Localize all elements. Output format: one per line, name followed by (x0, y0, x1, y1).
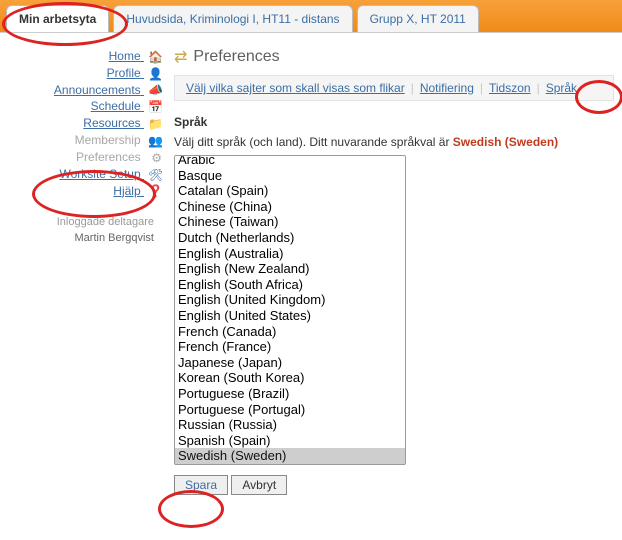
sidebar-item-membership[interactable]: Membership 👥 (0, 133, 162, 148)
language-option[interactable]: Chinese (China) (175, 199, 405, 215)
page-title-text: Preferences (193, 48, 279, 66)
sidebar-item-preferences[interactable]: Preferences ⚙ (0, 150, 162, 165)
page-title: ⇄ Preferences (174, 47, 614, 67)
language-option[interactable]: English (South Africa) (175, 277, 405, 293)
language-option[interactable]: English (Australia) (175, 246, 405, 262)
language-option[interactable]: French (France) (175, 339, 405, 355)
subnav-link-0[interactable]: Välj vilka sajter som skall visas som fl… (186, 81, 405, 95)
section-description: Välj ditt språk (och land). Ditt nuvaran… (174, 135, 614, 149)
language-option[interactable]: Portuguese (Brazil) (175, 386, 405, 402)
help-icon: ❓ (148, 184, 162, 198)
tab-1[interactable]: Huvudsida, Kriminologi I, HT11 - distans (113, 5, 352, 32)
sidebar-item-profile[interactable]: Profile 👤 (0, 66, 162, 81)
language-option[interactable]: Chinese (Taiwan) (175, 214, 405, 230)
language-option[interactable]: French (Canada) (175, 324, 405, 340)
language-option[interactable]: Spanish (Spain) (175, 433, 405, 449)
membership-icon: 👥 (148, 134, 162, 148)
sidebar-item-label: Home (109, 49, 141, 63)
language-option[interactable]: Portuguese (Portugal) (175, 402, 405, 418)
reset-icon[interactable]: ⇄ (174, 47, 187, 67)
language-option[interactable]: Basque (175, 168, 405, 184)
language-option[interactable]: Russian (Russia) (175, 417, 405, 433)
sidebar-item-home[interactable]: Home 🏠 (0, 49, 162, 64)
tab-bar: Min arbetsytaHuvudsida, Kriminologi I, H… (0, 0, 622, 33)
schedule-icon: 📅 (148, 100, 162, 114)
sidebar-item-label: Schedule (91, 99, 141, 113)
language-option[interactable]: Catalan (Spain) (175, 183, 405, 199)
tab-2[interactable]: Grupp X, HT 2011 (357, 5, 479, 32)
sidebar: Home 🏠Profile 👤Announcements 📣Schedule 📅… (0, 33, 162, 495)
subnav: Välj vilka sajter som skall visas som fl… (174, 75, 614, 101)
sidebar-item-label: Resources (83, 116, 140, 130)
cancel-button[interactable]: Avbryt (231, 475, 287, 495)
current-language: Swedish (Sweden) (453, 135, 558, 149)
sidebar-item-label: Membership (75, 133, 141, 147)
preferences-icon: ⚙ (148, 151, 162, 165)
home-icon: 🏠 (148, 50, 162, 64)
main-content: ⇄ Preferences Välj vilka sajter som skal… (162, 33, 622, 495)
language-option[interactable]: Swedish (Sweden) (175, 448, 405, 464)
logged-in-user: Martin Bergqvist (0, 232, 154, 244)
language-option[interactable]: English (New Zealand) (175, 261, 405, 277)
language-option[interactable]: Korean (South Korea) (175, 370, 405, 386)
language-option[interactable]: Dutch (Netherlands) (175, 230, 405, 246)
resources-icon: 📁 (148, 117, 162, 131)
sidebar-item-announcements[interactable]: Announcements 📣 (0, 83, 162, 98)
save-button[interactable]: Spara (174, 475, 228, 495)
tab-0[interactable]: Min arbetsyta (6, 5, 109, 32)
worksite-setup-icon: 🛠 (148, 168, 162, 182)
subnav-link-1[interactable]: Notifiering (420, 81, 474, 95)
language-option[interactable]: Japanese (Japan) (175, 355, 405, 371)
subnav-link-2[interactable]: Tidszon (489, 81, 531, 95)
sidebar-item-schedule[interactable]: Schedule 📅 (0, 99, 162, 114)
sidebar-item-label: Preferences (76, 150, 141, 164)
sidebar-item-help[interactable]: Hjälp ❓ (0, 184, 162, 199)
section-label: Språk (174, 115, 614, 129)
language-select[interactable]: ArabicBasqueCatalan (Spain)Chinese (Chin… (174, 155, 406, 465)
sidebar-item-resources[interactable]: Resources 📁 (0, 116, 162, 131)
logged-in-header: Inloggade deltagare (0, 216, 154, 228)
announcements-icon: 📣 (148, 83, 162, 97)
sidebar-item-label: Worksite Setup (60, 167, 141, 181)
annotation-circle (158, 490, 224, 528)
sidebar-item-label: Profile (107, 66, 141, 80)
sidebar-item-label: Announcements (54, 83, 141, 97)
language-option[interactable]: English (United Kingdom) (175, 292, 405, 308)
subnav-link-3[interactable]: Språk (546, 81, 577, 95)
sidebar-item-worksite-setup[interactable]: Worksite Setup 🛠 (0, 167, 162, 182)
sidebar-item-label: Hjälp (113, 184, 140, 198)
language-option[interactable]: English (United States) (175, 308, 405, 324)
profile-icon: 👤 (148, 67, 162, 81)
language-option[interactable]: Arabic (175, 155, 405, 168)
